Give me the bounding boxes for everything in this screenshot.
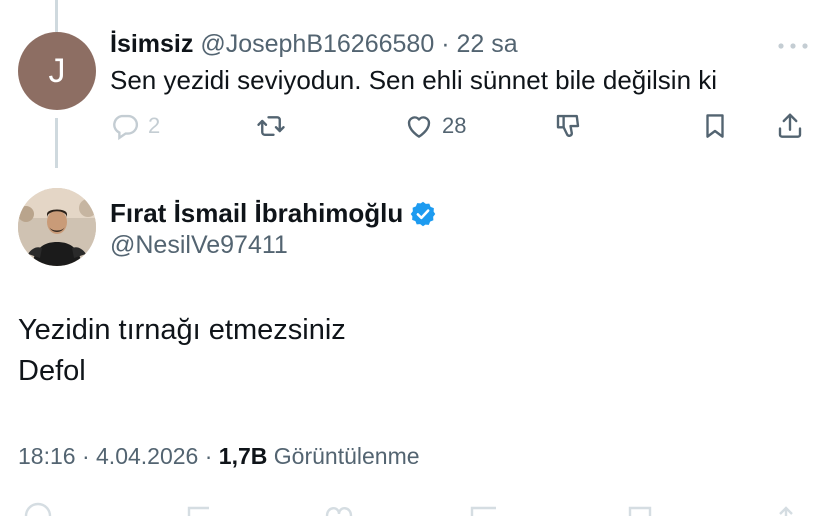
reply-avatar[interactable]: J (18, 32, 96, 110)
tweet-time[interactable]: 18:16 (18, 443, 76, 469)
bookmark-icon (706, 114, 724, 138)
main-author-handle[interactable]: @NesilVe97411 (110, 231, 288, 260)
tweet-text-line-2: Defol (18, 355, 86, 387)
bookmark-button[interactable] (700, 108, 730, 144)
reply-separator: · (441, 30, 450, 58)
reply-button[interactable]: 2 (110, 108, 160, 144)
bottom-share-icon[interactable] (770, 496, 802, 516)
thread-line-mid (55, 118, 58, 168)
meta-separator-2: · (204, 443, 213, 469)
reply-time[interactable]: 22 sa (456, 30, 517, 58)
bottom-like-icon[interactable] (323, 496, 355, 516)
share-button[interactable] (775, 108, 805, 144)
bottom-reply-icon[interactable] (22, 496, 54, 516)
avatar-photo (18, 188, 96, 266)
like-count: 28 (442, 113, 467, 138)
verified-icon[interactable] (409, 200, 437, 228)
view-count[interactable]: 1,7B (219, 443, 268, 469)
tweet-text-line-1: Yezidin tırnağı etmezsiniz (18, 314, 346, 346)
avatar-letter: J (48, 51, 66, 90)
main-author-name[interactable]: Fırat İsmail İbrahimoğlu (110, 198, 403, 229)
like-button[interactable]: 28 (404, 108, 466, 144)
main-avatar[interactable] (18, 188, 96, 266)
reply-text: Sen yezidi seviyodun. Sen ehli sünnet bi… (110, 65, 718, 95)
tweet-date[interactable]: 4.04.2026 (96, 443, 198, 469)
tweet-meta: 18:16 · 4.04.2026 · 1,7B Görüntülenme (18, 443, 420, 470)
retweet-icon (257, 116, 285, 136)
dislike-button[interactable] (553, 108, 583, 144)
bottom-retweet-icon[interactable] (183, 496, 215, 516)
more-icon[interactable] (776, 36, 810, 56)
reply-count: 2 (148, 113, 161, 138)
thread-line-top (55, 0, 58, 32)
like-icon (407, 116, 431, 138)
dislike-icon (556, 114, 580, 137)
reply-author-name[interactable]: İsimsiz (110, 30, 193, 58)
meta-separator-1: · (81, 443, 90, 469)
share-icon (778, 113, 802, 138)
reply-author-handle[interactable]: @JosephB16266580 (200, 30, 434, 58)
main-author-name-row: Fırat İsmail İbrahimoğlu (110, 198, 437, 229)
reply-header: İsimsiz @JosephB16266580 · 22 sa (110, 30, 518, 59)
bottom-bookmark-icon[interactable] (624, 496, 656, 516)
reply-icon (113, 114, 139, 141)
view-label: Görüntülenme (273, 443, 420, 469)
bottom-dislike-icon[interactable] (468, 496, 500, 516)
retweet-button[interactable] (256, 108, 286, 144)
